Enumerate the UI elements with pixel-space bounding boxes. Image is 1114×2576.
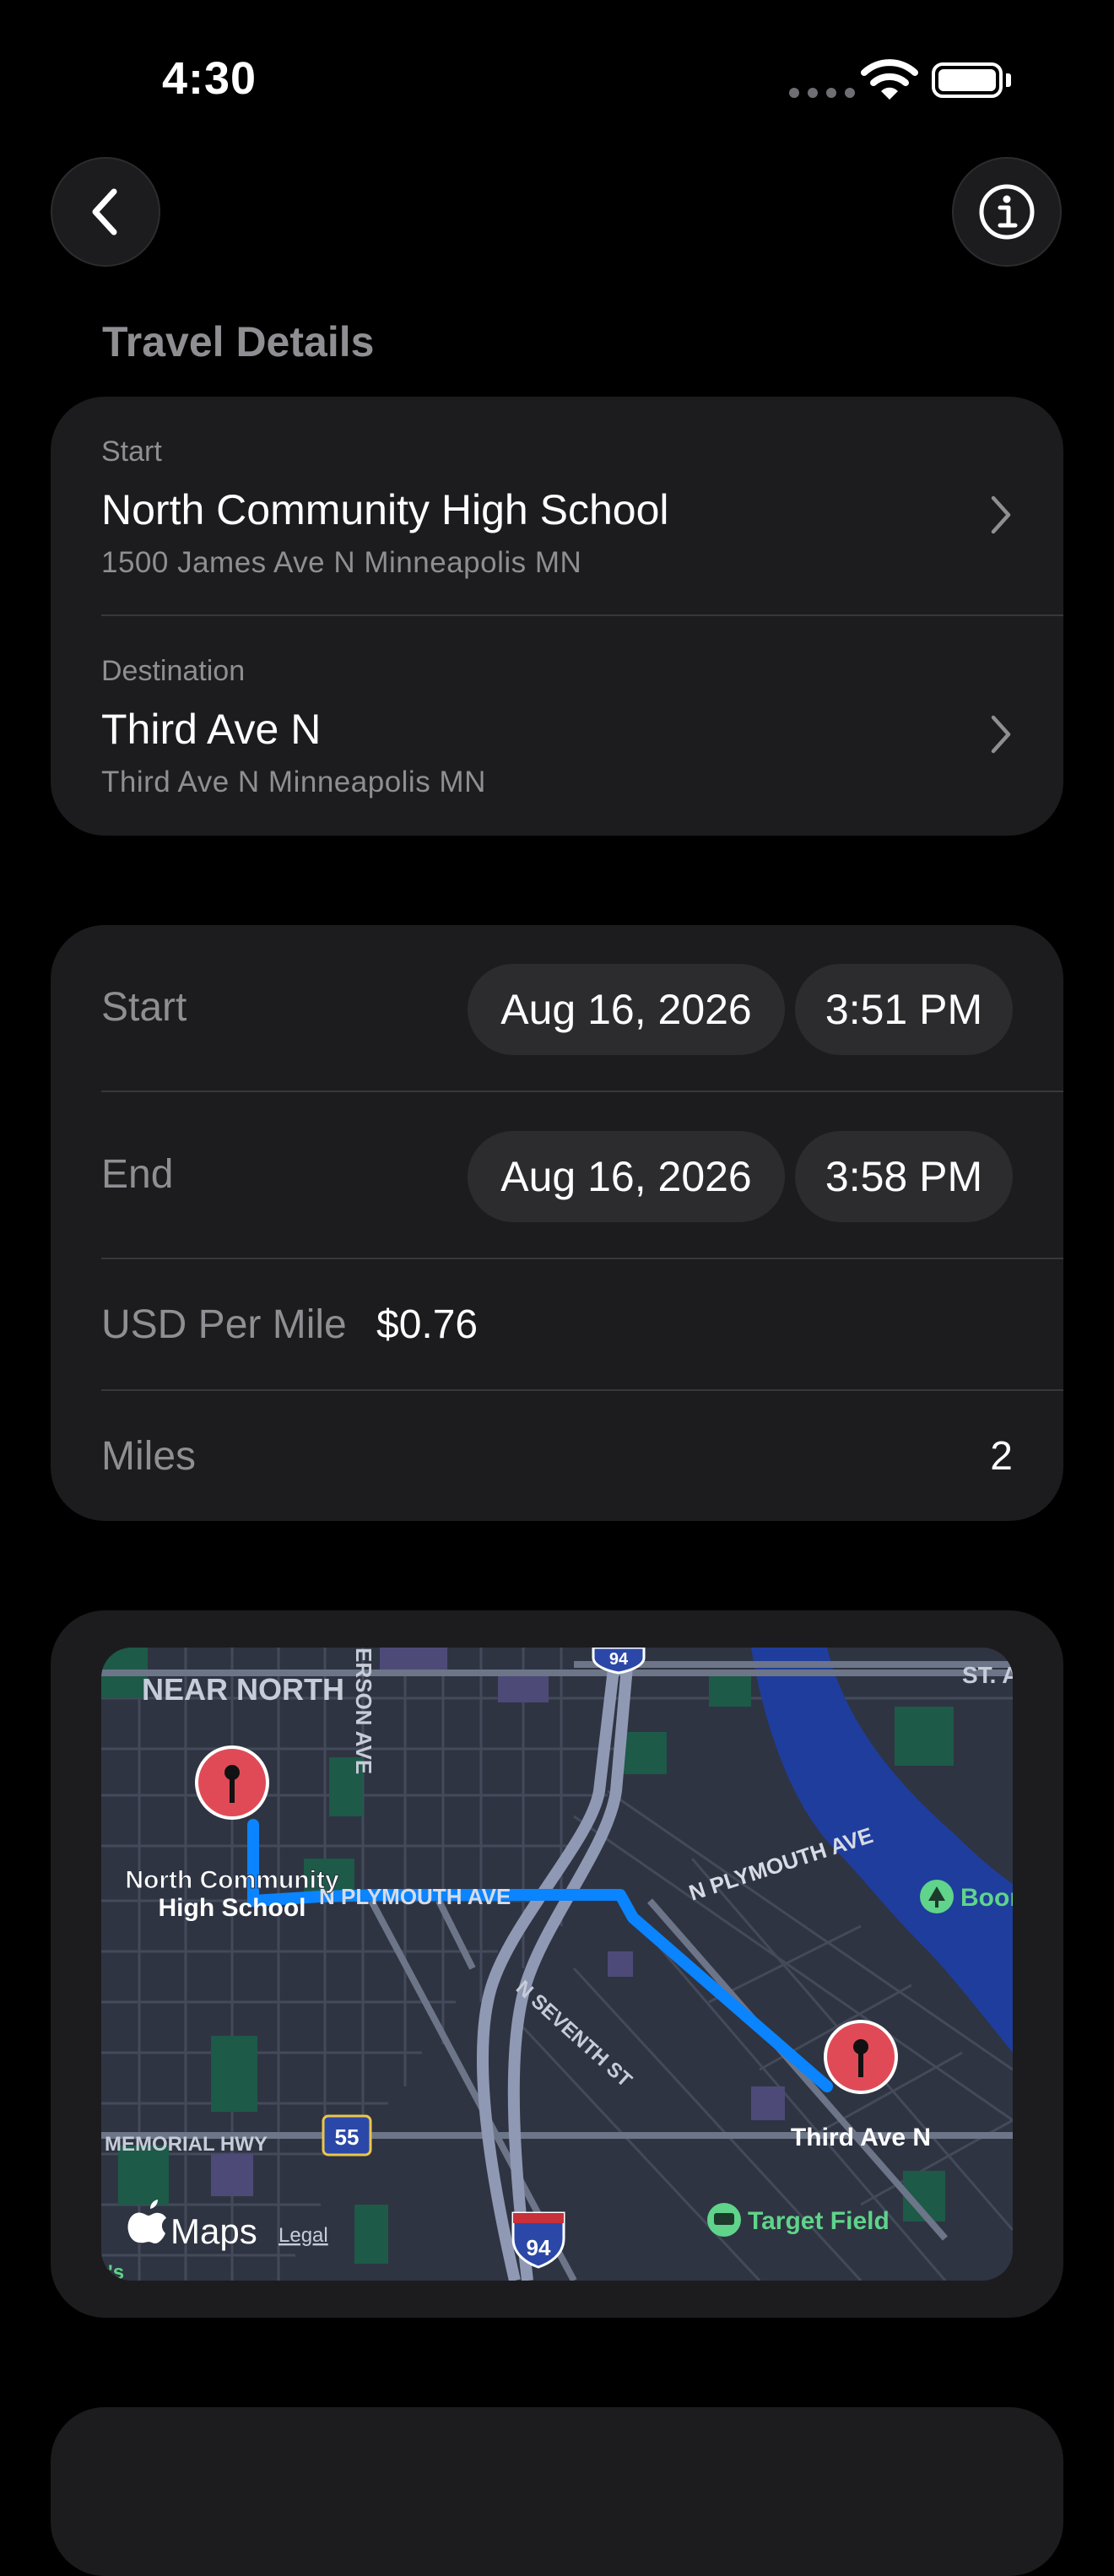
end-pin-icon[interactable]: [824, 2020, 898, 2094]
map-street-plymouth-west: N PLYMOUTH AVE: [319, 1884, 511, 1909]
map-street-vertical: ERSON AVE: [351, 1648, 376, 1774]
start-location-address: 1500 James Ave N Minneapolis MN: [101, 546, 582, 579]
battery-icon: [932, 62, 1003, 98]
destination-location-label: Destination: [101, 655, 246, 687]
section-title: Travel Details: [102, 318, 375, 365]
divider: [101, 614, 1063, 616]
info-button[interactable]: [952, 157, 1062, 267]
start-pin-icon[interactable]: [195, 1745, 269, 1820]
end-time-picker[interactable]: 3:58 PM: [795, 1131, 1013, 1222]
map-legal-link[interactable]: Legal: [278, 2224, 328, 2247]
end-pin-label: Third Ave N: [791, 2124, 931, 2151]
start-location-name: North Community High School: [101, 486, 669, 533]
map-street-memorial: MEMORIAL HWY: [105, 2133, 268, 2156]
map-card: 55 94 94 NEAR NORTH ERSON AVE N PLYMOUTH…: [51, 1610, 1063, 2318]
divider: [101, 1258, 1063, 1259]
start-pin-label-line2: High School: [159, 1894, 306, 1922]
destination-location-address: Third Ave N Minneapolis MN: [101, 766, 486, 798]
poi-boom-label: Boon: [960, 1884, 1013, 1912]
chevron-right-icon: [991, 715, 1011, 754]
next-card: [51, 2407, 1063, 2576]
destination-location-row[interactable]: Destination Third Ave N Third Ave N Minn…: [101, 655, 1013, 799]
wifi-icon: [861, 59, 918, 100]
chevron-right-icon: [991, 495, 1011, 534]
destination-location-name: Third Ave N: [101, 706, 322, 753]
cellular-signal-icon: [789, 88, 855, 98]
map-neighborhood-label: NEAR NORTH: [142, 1672, 344, 1707]
route-map[interactable]: 55 94 94 NEAR NORTH ERSON AVE N PLYMOUTH…: [101, 1648, 1013, 2281]
poi-target-field-label: Target Field: [748, 2207, 890, 2235]
trip-details-card: Start Aug 16, 2026 3:51 PM End Aug 16, 2…: [51, 925, 1063, 1521]
info-icon: [979, 184, 1035, 240]
miles-label: Miles: [101, 1434, 197, 1479]
end-time-label: End: [101, 1152, 174, 1197]
start-pin-label-line1: North Community: [125, 1866, 339, 1894]
status-time: 4:30: [162, 53, 257, 104]
highway-94-top-label: 94: [609, 1650, 629, 1669]
start-date-picker[interactable]: Aug 16, 2026: [468, 964, 785, 1055]
park-icon[interactable]: [920, 1880, 954, 1913]
start-time-label: Start: [101, 985, 187, 1030]
map-edge-label: t's: [101, 2261, 124, 2281]
miles-input[interactable]: 2: [990, 1433, 1013, 1480]
rate-label: USD Per Mile: [101, 1302, 347, 1347]
stadium-icon[interactable]: [707, 2203, 741, 2237]
back-button[interactable]: [51, 157, 160, 267]
highway-94-bottom-label: 94: [527, 2235, 551, 2260]
locations-card: Start North Community High School 1500 J…: [51, 397, 1063, 836]
map-street-st: ST. A: [962, 1662, 1013, 1688]
divider: [101, 1389, 1063, 1391]
start-location-label: Start: [101, 436, 162, 468]
rate-input[interactable]: $0.76: [376, 1302, 478, 1348]
map-attribution: Maps: [170, 2211, 257, 2251]
battery-tip: [1006, 73, 1011, 87]
end-date-picker[interactable]: Aug 16, 2026: [468, 1131, 785, 1222]
divider: [101, 1090, 1063, 1092]
start-location-row[interactable]: Start North Community High School 1500 J…: [101, 436, 1013, 580]
highway-55-label: 55: [335, 2124, 360, 2150]
chevron-left-icon: [92, 188, 117, 235]
start-time-picker[interactable]: 3:51 PM: [795, 964, 1013, 1055]
